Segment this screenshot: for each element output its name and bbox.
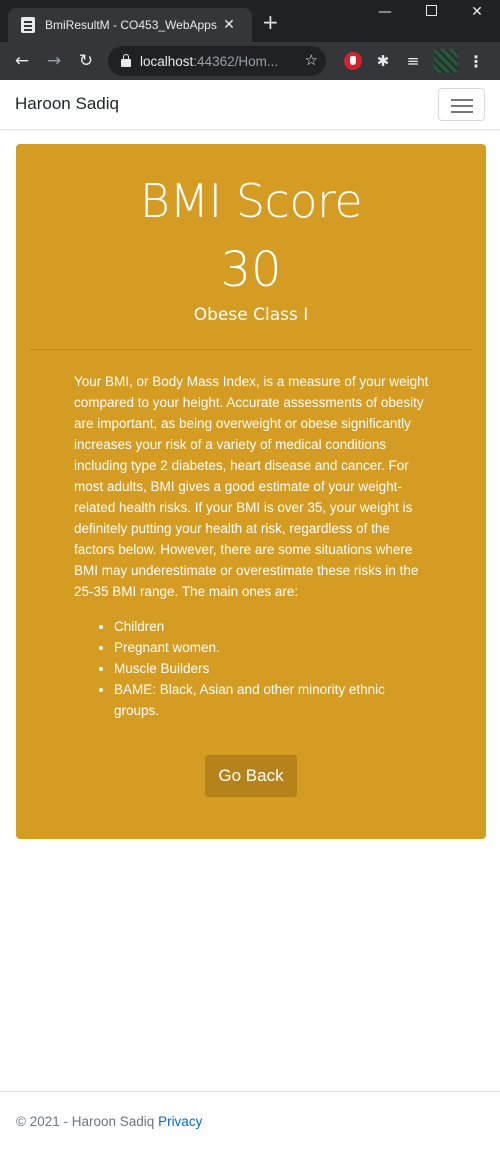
score-value: 30 [220,242,282,298]
url-text: localhost:44362/Hom... [140,54,278,69]
forward-arrow-icon[interactable]: → [38,51,70,71]
back-arrow-icon[interactable]: ← [6,51,38,71]
list-item: Pregnant women. [114,637,432,658]
go-back-button[interactable]: Go Back [205,755,297,797]
browser-tab-strip: BmiResultM - CO453_WebApps ✕ + — ✕ [0,0,500,42]
page-favicon-icon [21,17,35,33]
bmi-result-panel: BMI Score 30 Obese Class I Your BMI, or … [16,144,486,839]
privacy-link[interactable]: Privacy [158,1114,202,1129]
menu-dots-icon[interactable]: ⋮ [468,52,484,71]
browser-tab[interactable]: BmiResultM - CO453_WebApps ✕ [8,8,252,42]
footer-text: © 2021 - Haroon Sadiq Privacy [16,1114,202,1129]
new-tab-button[interactable]: + [262,12,279,32]
copyright-text: © 2021 - Haroon Sadiq [16,1114,155,1129]
hamburger-icon [451,99,473,101]
minimize-window-button[interactable]: — [362,4,408,20]
reload-icon[interactable]: ↻ [70,51,102,71]
url-path: :44362/Hom... [193,53,279,69]
navbar-toggle-button[interactable] [438,88,485,121]
media-control-icon[interactable]: ≡ [398,49,428,73]
factor-list: Children Pregnant women. Muscle Builders… [74,616,432,721]
profile-avatar-icon[interactable] [434,49,458,73]
maximize-window-button[interactable] [408,4,454,20]
bmi-description: Your BMI, or Body Mass Index, is a measu… [74,374,429,599]
score-classification: Obese Class I [193,305,309,325]
address-bar[interactable]: localhost:44362/Hom... ☆ [108,46,326,76]
browser-toolbar: ← → ↻ localhost:44362/Hom... ☆ ✱ ≡ ⋮ [0,42,500,80]
site-navbar: Haroon Sadiq [0,80,500,130]
score-heading: BMI Score [139,174,363,228]
site-footer: © 2021 - Haroon Sadiq Privacy [0,1091,500,1153]
list-item: Muscle Builders [114,658,432,679]
page-content: Haroon Sadiq BMI Score 30 Obese Class I … [0,80,500,1152]
brand-link[interactable]: Haroon Sadiq [15,94,119,114]
star-icon[interactable]: ☆ [305,51,318,69]
url-host: localhost [140,53,194,69]
tab-title: BmiResultM - CO453_WebApps [45,18,217,32]
list-item: Children [114,616,432,637]
tab-close-icon[interactable]: ✕ [221,17,237,33]
lock-icon [121,54,131,67]
divider [30,349,472,350]
list-item: BAME: Black, Asian and other minority et… [114,679,432,721]
adblock-extension-icon[interactable] [338,49,368,73]
close-window-button[interactable]: ✕ [454,4,500,20]
extensions-puzzle-icon[interactable]: ✱ [368,49,398,73]
